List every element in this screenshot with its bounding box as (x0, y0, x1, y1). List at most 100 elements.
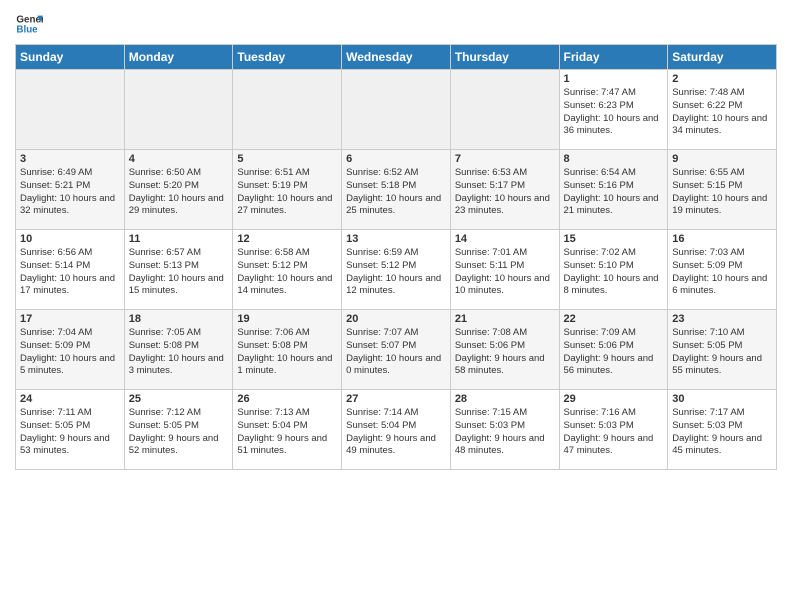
day-number: 24 (20, 393, 120, 405)
calendar-day-cell: 6 Sunrise: 6:52 AM Sunset: 5:18 PM Daylig… (342, 150, 451, 230)
calendar-day-cell: 4Sunrise: 6:50 AM Sunset: 5:20 PM Daylig… (124, 150, 233, 230)
day-number: 13 (346, 233, 446, 245)
calendar-day-cell (450, 70, 559, 150)
day-number: 18 (129, 313, 229, 325)
day-number: 12 (237, 233, 337, 245)
calendar-day-cell: 5 Sunrise: 6:51 AM Sunset: 5:19 PM Daylig… (233, 150, 342, 230)
day-number: 10 (20, 233, 120, 245)
day-number: 17 (20, 313, 120, 325)
day-of-week-header: Thursday (450, 45, 559, 70)
calendar-day-cell: 17 Sunrise: 7:04 AM Sunset: 5:09 PM Dayli… (16, 310, 125, 390)
day-info: Sunrise: 7:13 AM Sunset: 5:04 PM Dayligh… (237, 407, 337, 458)
calendar-day-cell: 23 Sunrise: 7:10 AM Sunset: 5:05 PM Dayli… (668, 310, 777, 390)
day-number: 26 (237, 393, 337, 405)
day-info: Sunrise: 7:03 AM Sunset: 5:09 PM Dayligh… (672, 247, 772, 298)
day-info: Sunrise: 7:16 AM Sunset: 5:03 PM Dayligh… (564, 407, 664, 458)
calendar-day-cell (233, 70, 342, 150)
day-info: Sunrise: 6:53 AM Sunset: 5:17 PM Dayligh… (455, 167, 555, 218)
svg-text:Blue: Blue (16, 24, 38, 35)
day-of-week-header: Wednesday (342, 45, 451, 70)
day-number: 28 (455, 393, 555, 405)
calendar-table: SundayMondayTuesdayWednesdayThursdayFrid… (15, 44, 777, 470)
day-info: Sunrise: 7:17 AM Sunset: 5:03 PM Dayligh… (672, 407, 772, 458)
day-number: 5 (237, 153, 337, 165)
day-info: Sunrise: 7:10 AM Sunset: 5:05 PM Dayligh… (672, 327, 772, 378)
calendar-day-cell: 10 Sunrise: 6:56 AM Sunset: 5:14 PM Dayli… (16, 230, 125, 310)
day-number: 27 (346, 393, 446, 405)
day-info: Sunrise: 6:57 AM Sunset: 5:13 PM Dayligh… (129, 247, 229, 298)
day-info: Sunrise: 7:05 AM Sunset: 5:08 PM Dayligh… (129, 327, 229, 378)
calendar-day-cell: 7 Sunrise: 6:53 AM Sunset: 5:17 PM Daylig… (450, 150, 559, 230)
calendar-day-cell: 1Sunrise: 7:47 AM Sunset: 6:23 PM Daylig… (559, 70, 668, 150)
day-info: Sunrise: 7:02 AM Sunset: 5:10 PM Dayligh… (564, 247, 664, 298)
day-number: 23 (672, 313, 772, 325)
day-number: 7 (455, 153, 555, 165)
calendar-day-cell: 18 Sunrise: 7:05 AM Sunset: 5:08 PM Dayli… (124, 310, 233, 390)
calendar-day-cell: 24 Sunrise: 7:11 AM Sunset: 5:05 PM Dayli… (16, 390, 125, 470)
page-header: General Blue (15, 10, 777, 38)
calendar-day-cell: 11 Sunrise: 6:57 AM Sunset: 5:13 PM Dayli… (124, 230, 233, 310)
calendar-week-row: 17 Sunrise: 7:04 AM Sunset: 5:09 PM Dayli… (16, 310, 777, 390)
day-number: 22 (564, 313, 664, 325)
day-of-week-header: Monday (124, 45, 233, 70)
calendar-day-cell: 28 Sunrise: 7:15 AM Sunset: 5:03 PM Dayli… (450, 390, 559, 470)
calendar-day-cell: 29 Sunrise: 7:16 AM Sunset: 5:03 PM Dayli… (559, 390, 668, 470)
day-of-week-header: Saturday (668, 45, 777, 70)
day-number: 2 (672, 73, 772, 85)
day-info: Sunrise: 7:48 AM Sunset: 6:22 PM Dayligh… (672, 87, 772, 138)
calendar-day-cell: 27 Sunrise: 7:14 AM Sunset: 5:04 PM Dayli… (342, 390, 451, 470)
calendar-day-cell: 16 Sunrise: 7:03 AM Sunset: 5:09 PM Dayli… (668, 230, 777, 310)
day-info: Sunrise: 7:11 AM Sunset: 5:05 PM Dayligh… (20, 407, 120, 458)
calendar-day-cell: 9 Sunrise: 6:55 AM Sunset: 5:15 PM Daylig… (668, 150, 777, 230)
day-number: 14 (455, 233, 555, 245)
calendar-header-row: SundayMondayTuesdayWednesdayThursdayFrid… (16, 45, 777, 70)
calendar-week-row: 1Sunrise: 7:47 AM Sunset: 6:23 PM Daylig… (16, 70, 777, 150)
day-of-week-header: Friday (559, 45, 668, 70)
calendar-day-cell (124, 70, 233, 150)
calendar-week-row: 10 Sunrise: 6:56 AM Sunset: 5:14 PM Dayli… (16, 230, 777, 310)
day-info: Sunrise: 6:59 AM Sunset: 5:12 PM Dayligh… (346, 247, 446, 298)
day-info: Sunrise: 6:52 AM Sunset: 5:18 PM Dayligh… (346, 167, 446, 218)
calendar-day-cell: 25 Sunrise: 7:12 AM Sunset: 5:05 PM Dayli… (124, 390, 233, 470)
calendar-day-cell: 21Sunrise: 7:08 AM Sunset: 5:06 PM Dayli… (450, 310, 559, 390)
logo-icon: General Blue (15, 10, 43, 38)
day-number: 30 (672, 393, 772, 405)
day-number: 3 (20, 153, 120, 165)
day-info: Sunrise: 7:09 AM Sunset: 5:06 PM Dayligh… (564, 327, 664, 378)
day-number: 20 (346, 313, 446, 325)
day-info: Sunrise: 6:58 AM Sunset: 5:12 PM Dayligh… (237, 247, 337, 298)
day-info: Sunrise: 7:07 AM Sunset: 5:07 PM Dayligh… (346, 327, 446, 378)
calendar-day-cell: 13 Sunrise: 6:59 AM Sunset: 5:12 PM Dayli… (342, 230, 451, 310)
calendar-week-row: 24 Sunrise: 7:11 AM Sunset: 5:05 PM Dayli… (16, 390, 777, 470)
calendar-day-cell (342, 70, 451, 150)
day-number: 6 (346, 153, 446, 165)
day-number: 29 (564, 393, 664, 405)
day-info: Sunrise: 7:12 AM Sunset: 5:05 PM Dayligh… (129, 407, 229, 458)
calendar-day-cell: 19 Sunrise: 7:06 AM Sunset: 5:08 PM Dayli… (233, 310, 342, 390)
calendar-day-cell: 22 Sunrise: 7:09 AM Sunset: 5:06 PM Dayli… (559, 310, 668, 390)
calendar-day-cell: 15Sunrise: 7:02 AM Sunset: 5:10 PM Dayli… (559, 230, 668, 310)
day-number: 8 (564, 153, 664, 165)
day-info: Sunrise: 7:04 AM Sunset: 5:09 PM Dayligh… (20, 327, 120, 378)
day-info: Sunrise: 7:14 AM Sunset: 5:04 PM Dayligh… (346, 407, 446, 458)
day-info: Sunrise: 7:15 AM Sunset: 5:03 PM Dayligh… (455, 407, 555, 458)
calendar-day-cell: 8Sunrise: 6:54 AM Sunset: 5:16 PM Daylig… (559, 150, 668, 230)
day-number: 16 (672, 233, 772, 245)
calendar-day-cell: 14Sunrise: 7:01 AM Sunset: 5:11 PM Dayli… (450, 230, 559, 310)
day-number: 19 (237, 313, 337, 325)
calendar-day-cell: 2 Sunrise: 7:48 AM Sunset: 6:22 PM Daylig… (668, 70, 777, 150)
day-number: 25 (129, 393, 229, 405)
day-number: 11 (129, 233, 229, 245)
day-info: Sunrise: 6:56 AM Sunset: 5:14 PM Dayligh… (20, 247, 120, 298)
calendar-week-row: 3Sunrise: 6:49 AM Sunset: 5:21 PM Daylig… (16, 150, 777, 230)
calendar-day-cell: 3Sunrise: 6:49 AM Sunset: 5:21 PM Daylig… (16, 150, 125, 230)
day-number: 1 (564, 73, 664, 85)
logo: General Blue (15, 10, 47, 38)
calendar-day-cell: 20 Sunrise: 7:07 AM Sunset: 5:07 PM Dayli… (342, 310, 451, 390)
day-number: 9 (672, 153, 772, 165)
calendar-day-cell (16, 70, 125, 150)
day-info: Sunrise: 7:06 AM Sunset: 5:08 PM Dayligh… (237, 327, 337, 378)
day-info: Sunrise: 6:51 AM Sunset: 5:19 PM Dayligh… (237, 167, 337, 218)
day-info: Sunrise: 6:55 AM Sunset: 5:15 PM Dayligh… (672, 167, 772, 218)
day-number: 4 (129, 153, 229, 165)
